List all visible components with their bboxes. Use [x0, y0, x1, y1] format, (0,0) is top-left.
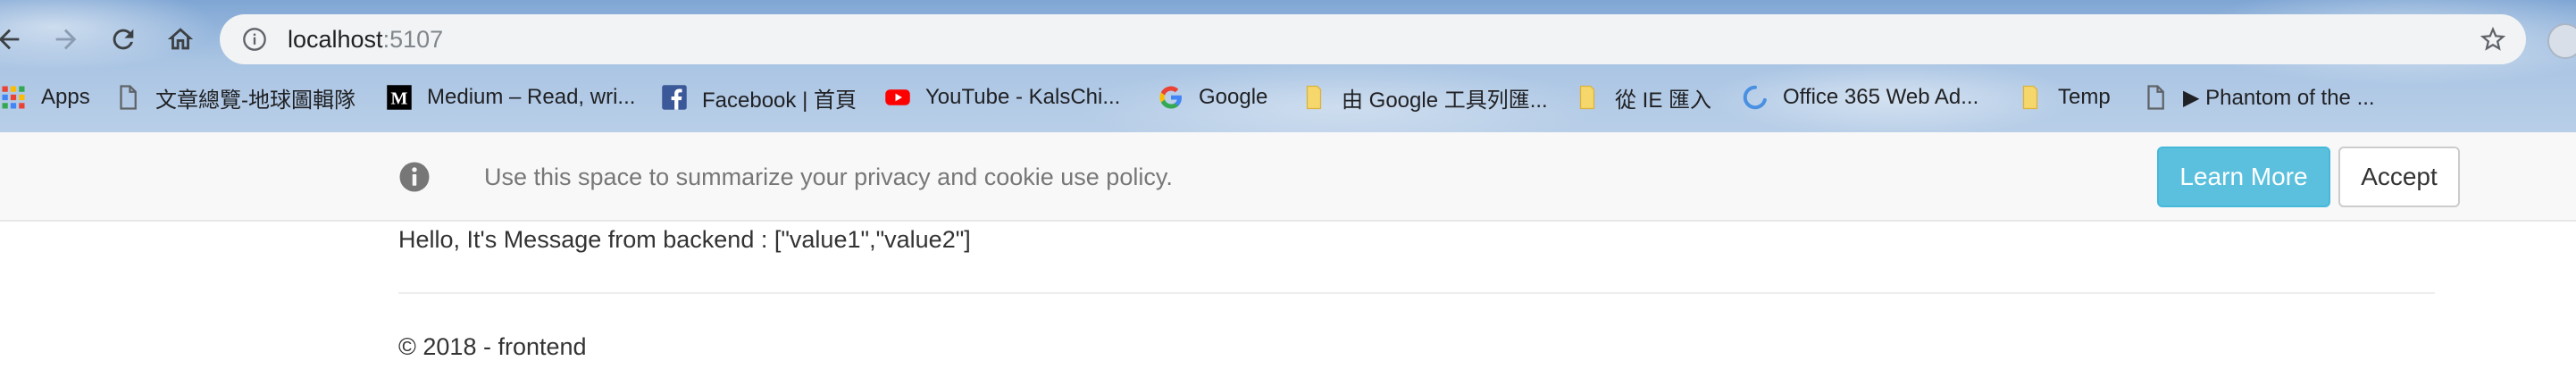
- home-button[interactable]: [159, 18, 202, 61]
- svg-text:M: M: [391, 89, 408, 109]
- apps-grid-icon: [0, 84, 27, 111]
- learn-more-button[interactable]: Learn More: [2157, 147, 2330, 207]
- reload-icon: [113, 29, 134, 50]
- bookmark-label: Google: [1199, 85, 1268, 109]
- bookmark-label: YouTube - KalsChi...: [925, 85, 1121, 109]
- info-sign-icon: [399, 162, 430, 192]
- backend-message: Hello, It's Message from backend : ["val…: [398, 226, 971, 253]
- info-icon[interactable]: [241, 26, 268, 53]
- reload-button[interactable]: [102, 18, 145, 61]
- browser-chrome: localhost:5107 Apps 文章總覽-地球圖輯隊 M Medium …: [0, 0, 2576, 132]
- bookmark-item[interactable]: Google: [1158, 75, 1267, 120]
- bookmark-label: Apps: [41, 85, 90, 109]
- footer-divider: [398, 292, 2435, 294]
- bookmark-label: 從 IE 匯入: [1615, 88, 1712, 113]
- office-icon: [1742, 84, 1769, 111]
- arrow-left-icon: [0, 29, 20, 50]
- profile-avatar[interactable]: [2547, 23, 2576, 59]
- bookmark-label: Office 365 Web Ad...: [1783, 85, 1979, 109]
- folder-icon: [1301, 84, 1327, 111]
- bookmark-label: Medium – Read, wri...: [427, 85, 636, 109]
- bookmark-label: Temp: [2058, 85, 2111, 109]
- folder-icon: [1574, 84, 1601, 111]
- medium-icon: M: [386, 84, 413, 111]
- bookmark-label: ▶ Phantom of the ...: [2183, 85, 2375, 110]
- bookmark-item[interactable]: M Medium – Read, wri...: [386, 75, 635, 120]
- arrow-right-icon: [55, 29, 77, 50]
- url-port: :5107: [382, 25, 444, 53]
- bookmark-item[interactable]: Temp: [2017, 75, 2111, 120]
- bookmark-label: 文章總覽-地球圖輯隊: [155, 88, 355, 113]
- address-bar[interactable]: localhost:5107: [220, 14, 2526, 64]
- accept-button[interactable]: Accept: [2338, 147, 2460, 207]
- google-icon: [1158, 84, 1184, 111]
- bookmarks-bar: Apps 文章總覽-地球圖輯隊 M Medium – Read, wri... …: [0, 75, 2576, 120]
- bookmark-item[interactable]: 從 IE 匯入: [1574, 75, 1711, 120]
- page-icon: [114, 84, 141, 111]
- star-icon[interactable]: [2478, 24, 2508, 55]
- bookmark-item[interactable]: 由 Google 工具列匯...: [1301, 75, 1548, 120]
- bookmark-item[interactable]: Office 365 Web Ad...: [1742, 75, 1978, 120]
- cookie-policy-text: Use this space to summarize your privacy…: [484, 164, 1173, 190]
- cookie-consent-banner: Use this space to summarize your privacy…: [0, 132, 2576, 222]
- back-button[interactable]: [0, 18, 30, 61]
- youtube-icon: [884, 84, 911, 111]
- folder-icon: [2017, 84, 2044, 111]
- footer-copyright: © 2018 - frontend: [398, 333, 587, 360]
- bookmark-item[interactable]: Facebook | 首頁: [661, 75, 857, 120]
- bookmark-item[interactable]: YouTube - KalsChi...: [884, 75, 1120, 120]
- bookmark-item[interactable]: ▶ Phantom of the ...: [2142, 75, 2375, 120]
- url-host: localhost: [288, 25, 383, 53]
- page-icon: [2142, 84, 2169, 111]
- forward-button[interactable]: [45, 18, 88, 61]
- home-icon: [167, 28, 194, 50]
- bookmark-apps[interactable]: Apps: [0, 75, 90, 120]
- bookmark-item[interactable]: 文章總覽-地球圖輯隊: [114, 75, 355, 120]
- bookmark-label: Facebook | 首頁: [702, 88, 857, 113]
- url-text: localhost:5107: [288, 26, 443, 54]
- bookmark-label: 由 Google 工具列匯...: [1342, 88, 1548, 113]
- facebook-icon: [661, 84, 688, 111]
